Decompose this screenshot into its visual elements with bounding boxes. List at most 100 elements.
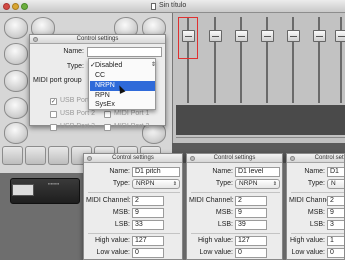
type-label: Type:: [307, 180, 325, 187]
fader-knob[interactable]: [313, 30, 326, 42]
msb-label: MSB:: [215, 209, 233, 216]
pad-button[interactable]: [2, 146, 23, 165]
minimize-window-button[interactable]: [12, 3, 19, 10]
checkmark-icon: ✓: [90, 62, 96, 69]
high-value-field[interactable]: 127: [132, 236, 164, 246]
high-value-label: High value:: [94, 237, 130, 244]
low-value-label: Low value:: [291, 249, 325, 256]
high-value-field[interactable]: 127: [235, 236, 267, 246]
type-label: Type:: [215, 180, 233, 187]
msb-field[interactable]: 9: [235, 208, 267, 218]
dialog-title: Control settings: [187, 154, 282, 163]
low-value-field[interactable]: 0: [327, 248, 344, 258]
fader-knob[interactable]: [261, 30, 274, 42]
control-settings-dialog-2: Control settings Name: D1 level Type: NR…: [186, 153, 283, 260]
type-label: Type:: [112, 180, 130, 187]
divider: [291, 192, 344, 193]
control-settings-dialog-1: Control settings Name: D1 pitch Type: NR…: [83, 153, 183, 260]
midi-channel-label: MIDI Channel:: [189, 197, 234, 204]
name-label: Name:: [109, 168, 130, 175]
high-value-field[interactable]: 1: [327, 236, 344, 246]
menu-item-sysex[interactable]: SysEx: [90, 100, 155, 110]
menu-item-cc[interactable]: CC: [90, 71, 155, 81]
divider: [88, 192, 180, 193]
fader-knob[interactable]: [235, 30, 248, 42]
usb-port-3-checkbox[interactable]: [50, 124, 57, 131]
divider: [176, 137, 345, 138]
encoder-knob[interactable]: [4, 122, 28, 144]
midi-channel-field[interactable]: 2: [327, 196, 344, 206]
lsb-label: LSB:: [217, 221, 233, 228]
msb-field[interactable]: 9: [132, 208, 164, 218]
divider: [191, 192, 280, 193]
window-title: Sin título: [159, 2, 187, 9]
type-label: Type:: [66, 63, 84, 70]
port-label: MIDI Port 1: [114, 110, 150, 117]
close-icon[interactable]: [33, 37, 38, 42]
midi-channel-field[interactable]: 2: [132, 196, 164, 206]
lsb-field[interactable]: 3: [327, 220, 344, 230]
type-select[interactable]: N: [327, 179, 344, 189]
dialog-title: Control settings: [30, 35, 165, 44]
type-select[interactable]: NRPN ⇕: [132, 179, 180, 189]
encoder-knob[interactable]: [4, 17, 28, 39]
zoom-window-button[interactable]: [21, 3, 28, 10]
name-field[interactable]: D1 level: [235, 167, 280, 177]
fader-knob[interactable]: [287, 30, 300, 42]
port-label: MIDI Port 2: [114, 123, 150, 130]
msb-label: MSB:: [112, 209, 130, 216]
high-value-label: High value:: [197, 237, 233, 244]
dropdown-arrow-icon: ⇕: [172, 181, 177, 187]
name-label: Name:: [212, 168, 233, 175]
lsb-field[interactable]: 39: [235, 220, 267, 230]
name-field[interactable]: [87, 47, 162, 57]
name-field[interactable]: D1 pitch: [132, 167, 180, 177]
usb-port-1-checkbox[interactable]: ✓: [50, 98, 57, 105]
divider: [88, 233, 180, 234]
usb-port-2-checkbox[interactable]: [50, 111, 57, 118]
close-icon[interactable]: [290, 156, 295, 161]
lsb-field[interactable]: 33: [132, 220, 164, 230]
control-settings-dialog-3: Control settings Name: D1 Type: N MIDI C…: [286, 153, 345, 260]
divider: [191, 233, 280, 234]
msb-field[interactable]: 9: [327, 208, 344, 218]
window-titlebar: Sin título: [0, 0, 345, 13]
keyboard-display-image: [12, 184, 34, 196]
encoder-knob[interactable]: [4, 70, 28, 92]
pad-button[interactable]: [25, 146, 46, 165]
encoder-knob[interactable]: [4, 43, 28, 65]
port-label: USB Port 3: [60, 123, 96, 130]
dropdown-arrow-icon: ⇕: [151, 62, 157, 68]
type-select[interactable]: NRPN ⇕: [235, 179, 280, 189]
low-value-label: Low value:: [199, 249, 233, 256]
encoder-knob[interactable]: [4, 97, 28, 119]
fader-knob[interactable]: [335, 30, 345, 42]
low-value-field[interactable]: 0: [132, 248, 164, 258]
keyboard-logo-image: ▪▪▪▪▪▪▪▪: [48, 181, 60, 186]
fader-knob[interactable]: [209, 30, 222, 42]
menu-item-disabled[interactable]: ✓ Disabled: [90, 61, 155, 71]
midi-port-2-checkbox[interactable]: [104, 124, 111, 131]
dialog-title: Control settings: [287, 154, 344, 163]
port-label: USB Port 2: [60, 110, 96, 117]
close-icon[interactable]: [87, 156, 92, 161]
midi-port-1-checkbox[interactable]: [104, 111, 111, 118]
dropdown-arrow-icon: ⇕: [272, 181, 277, 187]
midi-port-group-label: MIDI port group: [33, 77, 82, 84]
pad-button[interactable]: [48, 146, 69, 165]
low-value-label: Low value:: [96, 249, 130, 256]
name-field[interactable]: D1: [327, 167, 344, 177]
selected-fader-highlight: [178, 17, 198, 59]
midi-channel-label: MIDI Channel:: [86, 197, 131, 204]
name-label: Name:: [304, 168, 325, 175]
document-icon: [151, 3, 156, 10]
fader-button-strip: [176, 105, 345, 135]
close-icon[interactable]: [190, 156, 195, 161]
close-window-button[interactable]: [3, 3, 10, 10]
midi-channel-label: MIDI Channel:: [289, 197, 334, 204]
divider: [291, 233, 344, 234]
low-value-field[interactable]: 0: [235, 248, 267, 258]
lsb-label: LSB:: [114, 221, 130, 228]
msb-label: MSB:: [307, 209, 325, 216]
midi-channel-field[interactable]: 2: [235, 196, 267, 206]
